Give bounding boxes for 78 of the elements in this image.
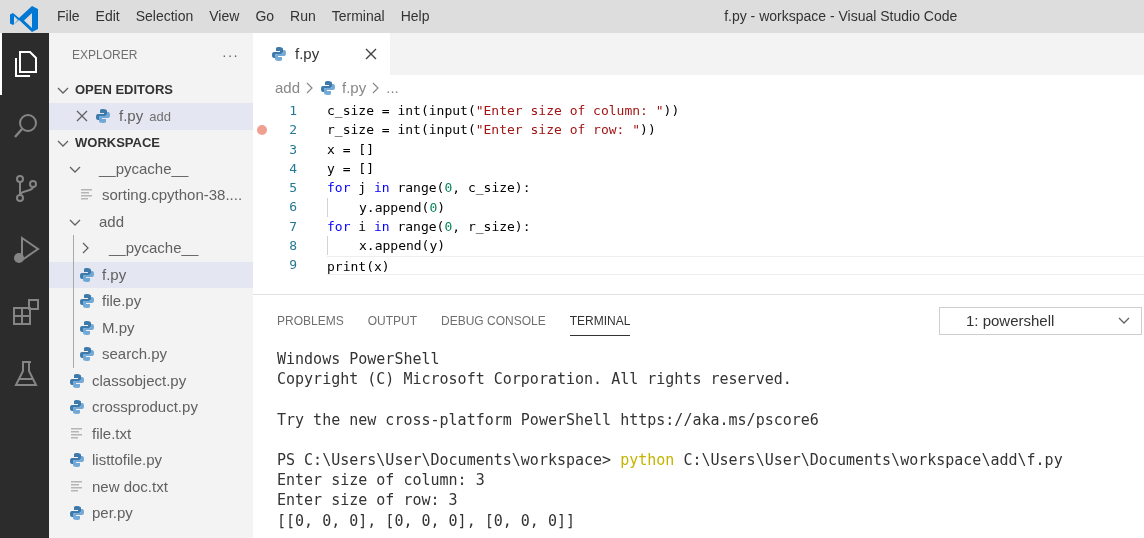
- code-line: for j in range(0, c_size):: [327, 179, 531, 198]
- explorer-folder[interactable]: __pycache__: [49, 235, 253, 262]
- python-file-icon: [69, 372, 85, 389]
- line-number: 1: [288, 101, 297, 120]
- line-number: 4: [288, 159, 297, 178]
- breadcrumb-item[interactable]: add: [275, 76, 301, 100]
- code-line: y.append(0): [327, 197, 446, 217]
- close-icon[interactable]: [364, 47, 378, 61]
- python-file-icon: [69, 505, 85, 522]
- code-line: x.append(y): [327, 236, 446, 256]
- terminal-line: Enter size of row: 3: [277, 490, 459, 511]
- python-file-icon: [79, 346, 95, 363]
- terminal-line: Copyright (C) Microsoft Corporation. All rights reserved.: [277, 369, 793, 390]
- terminal-line: Enter size of column: 3: [277, 470, 486, 491]
- code-line: r_size = int(input("Enter size of row: ")): [327, 121, 656, 140]
- explorer-entry[interactable]: crossproduct.py: [49, 394, 253, 421]
- python-file-icon: [95, 108, 111, 125]
- text-file-icon: [69, 478, 85, 495]
- close-icon[interactable]: [75, 109, 89, 124]
- breadcrumb-item[interactable]: f.py: [320, 76, 367, 100]
- line-number: 3: [288, 140, 297, 159]
- explorer-entry[interactable]: listtofile.py: [49, 447, 253, 474]
- editor-tab[interactable]: f.py: [253, 33, 390, 75]
- explorer-entry[interactable]: file.txt: [49, 420, 253, 447]
- line-number: 6: [288, 198, 297, 217]
- menu-item[interactable]: Selection: [127, 6, 202, 27]
- menu-item[interactable]: Help: [392, 6, 438, 27]
- line-number: 7: [288, 217, 297, 236]
- breakpoint-dot[interactable]: [257, 124, 267, 135]
- explorer-folder[interactable]: add: [49, 208, 253, 235]
- line-number: 2: [288, 121, 297, 140]
- code-line: x = []: [327, 140, 374, 159]
- terminal-line: Windows PowerShell: [277, 349, 441, 370]
- code-line: print(x): [327, 255, 1144, 275]
- explorer-entry[interactable]: sorting.cpython-38....: [49, 182, 253, 209]
- menu-item[interactable]: Go: [247, 6, 283, 27]
- code-line: y = []: [327, 160, 374, 179]
- code-line: c_size = int(input("Enter size of column: ")): [327, 102, 680, 121]
- menu-item[interactable]: Run: [282, 6, 324, 27]
- menu-item[interactable]: Edit: [87, 6, 128, 27]
- terminal-line: Try the new cross-platform PowerShell https://aka.ms/pscore6: [277, 409, 820, 430]
- sidebar-title: EXPLORER: [72, 47, 138, 64]
- code-line: for i in range(0, r_size):: [327, 217, 531, 236]
- breadcrumb-item[interactable]: ...: [386, 76, 399, 100]
- python-file-icon: [69, 452, 85, 469]
- panel-tab[interactable]: TERMINAL: [569, 306, 631, 336]
- terminal-line: PS C:\Users\User\Documents\workspace> python C:\Users\User\Documents\workspace\add\f.py: [277, 449, 1064, 471]
- python-file-icon: [79, 266, 95, 283]
- panel-tab[interactable]: DEBUG CONSOLE: [441, 306, 546, 336]
- menu-item[interactable]: File: [49, 6, 88, 27]
- explorer-entry[interactable]: search.py: [49, 341, 253, 368]
- explorer-entry[interactable]: f.py: [49, 261, 253, 288]
- python-file-icon: [79, 319, 95, 336]
- window-title: f.py - workspace - Visual Studio Code: [724, 7, 958, 26]
- menu-item[interactable]: View: [201, 6, 248, 27]
- explorer-folder[interactable]: __pycache__: [49, 155, 253, 182]
- explorer-entry[interactable]: new doc.txt: [49, 473, 253, 500]
- line-number: 8: [288, 237, 297, 255]
- terminal-line: [[0, 0, 0], [0, 0, 0], [0, 0, 0]]: [277, 510, 576, 531]
- section-header[interactable]: OPEN EDITORS: [49, 77, 253, 103]
- python-file-icon: [79, 293, 95, 310]
- explorer-entry[interactable]: file.py: [49, 288, 253, 315]
- explorer-entry[interactable]: M.py: [49, 314, 253, 341]
- more-actions-button[interactable]: ···: [222, 44, 239, 66]
- text-file-icon: [69, 425, 85, 442]
- python-file-icon: [69, 399, 85, 416]
- open-editor-item[interactable]: f.py add: [49, 103, 253, 130]
- explorer-entry[interactable]: per.py: [49, 500, 253, 527]
- panel-tab[interactable]: OUTPUT: [367, 306, 418, 336]
- line-number: 9: [288, 256, 297, 275]
- section-header[interactable]: WORKSPACE: [49, 129, 253, 156]
- python-file-icon: [271, 46, 287, 62]
- terminal-dropdown[interactable]: 1: powershell: [939, 307, 1142, 335]
- menu-item[interactable]: Terminal: [323, 6, 393, 27]
- line-number: 5: [288, 179, 297, 198]
- explorer-entry[interactable]: classobject.py: [49, 367, 253, 394]
- python-file-icon: [320, 80, 337, 96]
- panel-tab[interactable]: PROBLEMS: [277, 306, 344, 336]
